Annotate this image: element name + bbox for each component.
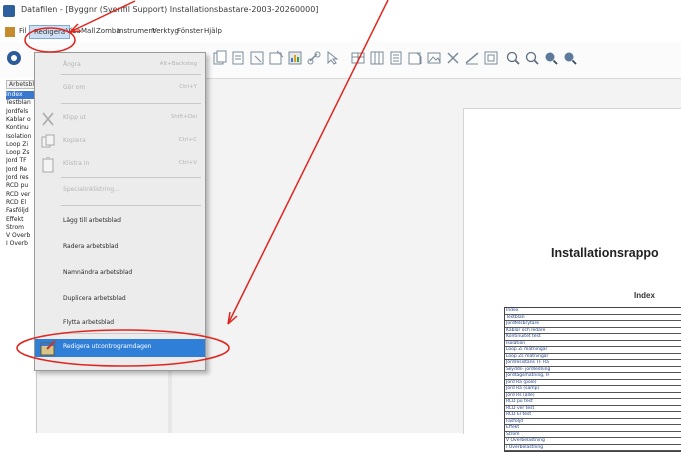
paste-icon — [39, 156, 57, 174]
tools-icon[interactable] — [445, 50, 461, 66]
edit-menu-item[interactable]: Specialinklistring... — [35, 182, 205, 200]
app-icon — [3, 5, 15, 17]
menu-edit[interactable]: Redigera — [29, 25, 71, 39]
edit-menu-item-shortcut: Ctrl+V — [178, 160, 197, 166]
worksheet-item[interactable]: RCD El — [6, 199, 34, 207]
worksheet-item[interactable]: RCD ver — [6, 191, 34, 199]
edit-menu-item-label: Redigera utcontrogramdagen — [63, 343, 152, 350]
line-icon[interactable] — [464, 50, 480, 66]
worksheet-item[interactable]: Isolation — [6, 133, 34, 141]
menu-window[interactable]: Fönster — [177, 27, 203, 35]
worksheet-item[interactable]: I Överb — [6, 240, 34, 248]
edit-calendar-icon — [39, 339, 57, 357]
edit-menu-item[interactable]: Redigera utcontrogramdagen — [35, 339, 205, 357]
edit-menu-item-shortcut: Shift+Del — [170, 114, 197, 120]
menu-separator — [61, 333, 201, 334]
edit-menu-item[interactable]: Klistra in Ctrl+V — [35, 156, 205, 174]
index-row[interactable]: I Överbelastning — [505, 445, 681, 451]
edit-menu-item-label: Radera arbetsblad — [63, 243, 119, 250]
worksheet-tab[interactable]: Arbetsbl — [6, 80, 38, 89]
edit-menu: Ångra Alt+Backsteg Gör om Ctrl+Y Klipp ut Shi… — [34, 52, 206, 371]
copy-icon[interactable] — [212, 50, 228, 66]
pointer-icon[interactable] — [325, 50, 341, 66]
zoom-in-icon[interactable] — [505, 50, 521, 66]
edit-menu-item-label: Klipp ut — [63, 114, 86, 121]
menu-separator — [61, 205, 201, 206]
edit-menu-item-shortcut: Ctrl+Y — [179, 84, 197, 90]
insert-icon[interactable] — [268, 50, 284, 66]
edit-menu-item-label: Klistra in — [63, 160, 90, 167]
home-icon[interactable] — [6, 50, 22, 66]
worksheet-item[interactable]: Effekt — [6, 216, 34, 224]
edit-menu-item[interactable]: Duplicera arbetsblad — [35, 291, 205, 309]
worksheet-item[interactable]: Testblan — [6, 99, 34, 107]
worksheet-item[interactable]: Jordfels — [6, 108, 34, 116]
report-page: Installationsrappo Index Index Testblan Jo… — [463, 108, 681, 452]
menu-bar: Fil Redigera Visa Mall Zomba Instrument … — [0, 24, 681, 42]
worksheet-item[interactable]: Loop Zs — [6, 149, 34, 157]
index-table: Index Testblan Jordfelsbrytare Kablar och l… — [504, 307, 681, 452]
table-icon[interactable] — [350, 50, 366, 66]
edit-menu-item-label: Kopiera — [63, 137, 86, 144]
worksheet-panel: Arbetsbl Index Testblan Jordfels Kablar o Ko… — [0, 78, 38, 433]
menu-separator — [61, 177, 201, 178]
edit-menu-item[interactable]: Klipp ut Shift+Del — [35, 110, 205, 128]
worksheet-item[interactable]: Index — [6, 91, 34, 99]
edit-menu-item[interactable]: Lägg till arbetsblad — [35, 213, 205, 231]
edit-menu-item-shortcut: Alt+Backsteg — [159, 61, 197, 67]
edit-menu-item-label: Flytta arbetsblad — [63, 319, 115, 326]
worksheet-item[interactable]: Jord Re — [6, 166, 34, 174]
page-icon[interactable] — [230, 50, 246, 66]
edit-menu-item[interactable]: Radera arbetsblad — [35, 239, 205, 257]
edit-menu-item-label: Duplicera arbetsblad — [63, 295, 126, 302]
worksheet-item[interactable]: Loop Zi — [6, 141, 34, 149]
sheet-icon[interactable] — [388, 50, 404, 66]
scissors-icon — [39, 110, 57, 128]
edit-menu-item-label: Namnändra arbetsblad — [63, 269, 133, 276]
worksheet-item[interactable]: V Överb — [6, 232, 34, 240]
edit-menu-item-label: Gör om — [63, 84, 86, 91]
zoom-page-icon[interactable] — [562, 50, 578, 66]
report-heading: Installationsrappo — [551, 246, 659, 260]
worksheet-item[interactable]: Jord TF — [6, 157, 34, 165]
edit-menu-item[interactable]: Flytta arbetsblad — [35, 315, 205, 333]
report-icon[interactable] — [407, 50, 423, 66]
zoom-fit-icon[interactable] — [543, 50, 559, 66]
document-icon[interactable] — [5, 27, 15, 37]
menu-tools[interactable]: Verktyg — [152, 27, 179, 35]
edit-menu-item[interactable]: Namnändra arbetsblad — [35, 265, 205, 283]
menu-file[interactable]: Fil — [19, 27, 26, 35]
zoom-out-icon[interactable] — [524, 50, 540, 66]
menu-separator — [61, 103, 201, 104]
edit-menu-item[interactable]: Gör om Ctrl+Y — [35, 80, 205, 98]
worksheet-item[interactable]: Jord res — [6, 174, 34, 182]
window-title: Datafilen - [Byggnr (Svenfil Support) In… — [21, 5, 319, 14]
link-icon[interactable] — [306, 50, 322, 66]
title-bar: Datafilen - [Byggnr (Svenfil Support) In… — [0, 0, 681, 22]
worksheet-item[interactable]: Fasföljd — [6, 207, 34, 215]
grid-icon[interactable] — [369, 50, 385, 66]
menu-view[interactable]: Visa — [66, 27, 81, 35]
copy-icon — [39, 133, 57, 151]
edit-menu-item-shortcut: Ctrl+C — [178, 137, 197, 143]
menu-template[interactable]: Mall — [81, 27, 95, 35]
edit-menu-item-label: Ångra — [63, 61, 81, 68]
index-heading: Index — [634, 291, 655, 300]
image-icon[interactable] — [426, 50, 442, 66]
menu-instrument[interactable]: Instrument — [117, 27, 156, 35]
chart-icon[interactable] — [287, 50, 303, 66]
edit-menu-item[interactable]: Ångra Alt+Backsteg — [35, 57, 205, 75]
edit-menu-item[interactable]: Kopiera Ctrl+C — [35, 133, 205, 151]
worksheet-item[interactable]: Kablar o — [6, 116, 34, 124]
select-icon[interactable] — [249, 50, 265, 66]
edit-menu-item-label: Specialinklistring... — [63, 186, 120, 193]
worksheet-item[interactable]: Strom — [6, 224, 34, 232]
worksheet-item[interactable]: Kontinu — [6, 124, 34, 132]
frame-icon[interactable] — [483, 50, 499, 66]
menu-help[interactable]: Hjälp — [204, 27, 222, 35]
edit-menu-item-label: Lägg till arbetsblad — [63, 217, 121, 224]
worksheet-item[interactable]: RCD pu — [6, 182, 34, 190]
